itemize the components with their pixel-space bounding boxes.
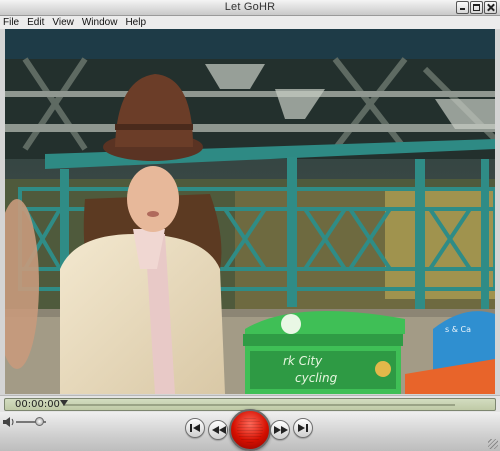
speaker-icon[interactable] xyxy=(3,417,15,427)
playhead[interactable] xyxy=(60,400,68,406)
menu-edit[interactable]: Edit xyxy=(27,17,44,29)
rewind-button[interactable] xyxy=(208,420,228,440)
skip-back-icon xyxy=(190,424,200,432)
svg-text:rk City: rk City xyxy=(283,354,323,368)
menu-file[interactable]: File xyxy=(3,17,19,29)
svg-text:s & Ca: s & Ca xyxy=(445,325,471,334)
resize-grip[interactable] xyxy=(488,439,498,449)
volume-knob[interactable] xyxy=(34,417,44,426)
menu-help[interactable]: Help xyxy=(125,17,146,29)
current-time: 00:00:00 xyxy=(15,399,60,410)
fast-forward-icon xyxy=(274,426,288,434)
skip-forward-icon xyxy=(298,424,308,432)
skip-to-start-button[interactable] xyxy=(185,418,205,438)
scrub-track[interactable] xyxy=(63,404,455,406)
title-bar: Let GoHR xyxy=(0,0,500,16)
video-scene: rk City cycling s & Ca xyxy=(5,29,495,394)
video-frame[interactable]: rk City cycling s & Ca xyxy=(5,29,495,394)
menu-window[interactable]: Window xyxy=(82,17,118,29)
fast-forward-button[interactable] xyxy=(270,420,290,440)
menu-view[interactable]: View xyxy=(52,17,74,29)
play-button[interactable] xyxy=(229,409,271,451)
svg-text:cycling: cycling xyxy=(295,371,338,385)
window-title: Let GoHR xyxy=(224,1,276,13)
skip-to-end-button[interactable] xyxy=(293,418,313,438)
maximize-button[interactable] xyxy=(470,1,483,14)
menu-bar: File Edit View Window Help xyxy=(0,16,500,29)
controls-bar xyxy=(0,409,500,451)
minimize-button[interactable] xyxy=(456,1,469,14)
close-button[interactable] xyxy=(484,1,497,14)
rewind-icon xyxy=(212,426,226,434)
